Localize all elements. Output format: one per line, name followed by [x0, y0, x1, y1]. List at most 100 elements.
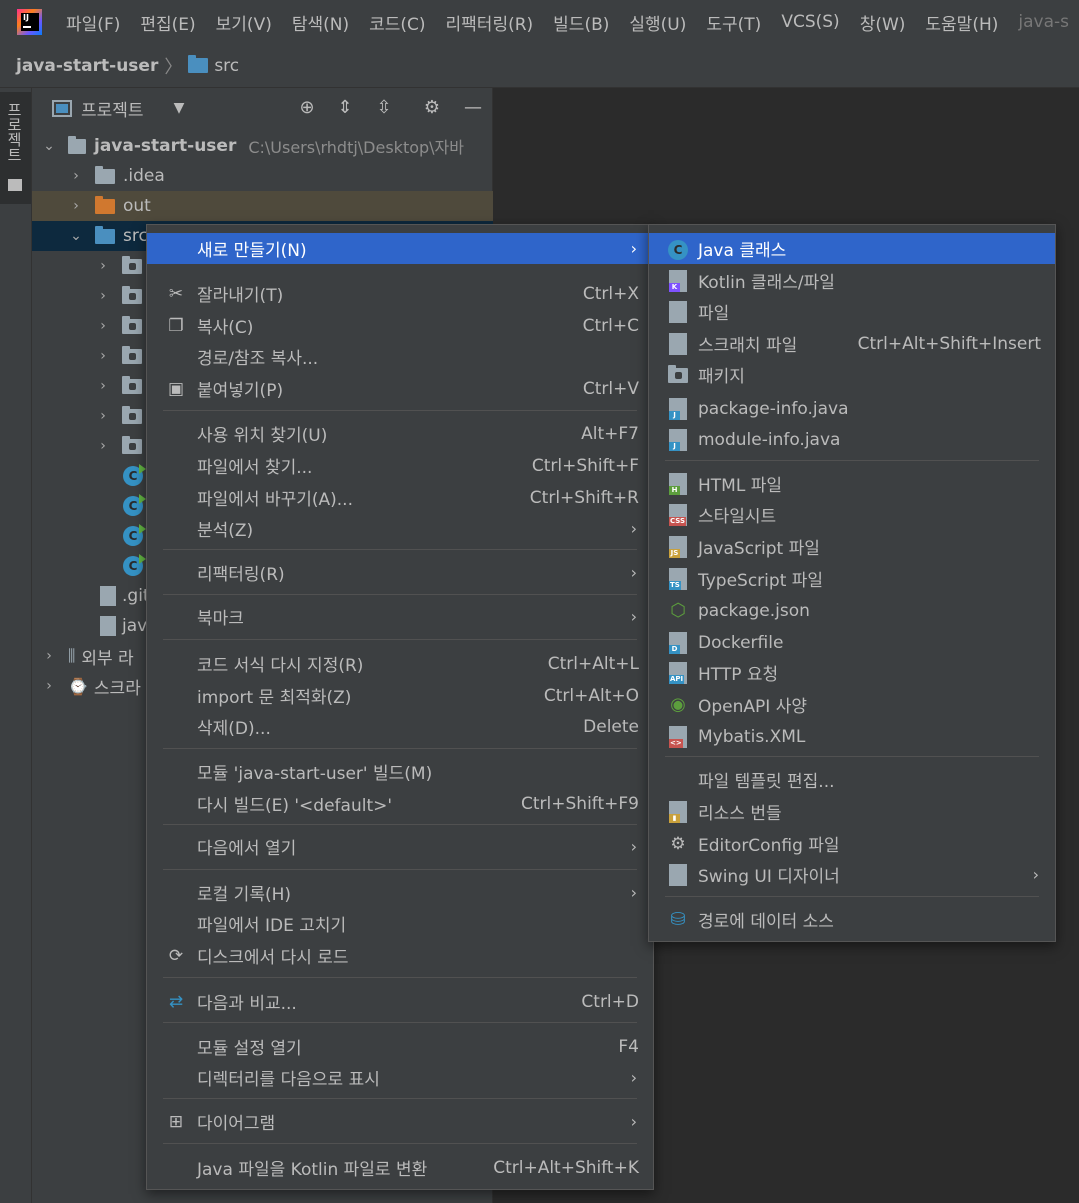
- breadcrumb-folder[interactable]: src: [214, 56, 239, 76]
- menu-item-label: EditorConfig 파일: [698, 836, 840, 856]
- menu-item-compare[interactable]: ⇄ 다음과 비교... Ctrl+D: [147, 986, 653, 1017]
- chevron-right-icon[interactable]: ›: [96, 288, 110, 304]
- submenu-item-stylesheet[interactable]: CSS 스타일시트: [649, 499, 1055, 530]
- chevron-right-icon[interactable]: ›: [96, 378, 110, 394]
- menu-edit[interactable]: 편집(E): [130, 10, 205, 35]
- tree-item-idea[interactable]: › .idea: [32, 161, 493, 191]
- menu-item-new[interactable]: 새로 만들기(N) ›: [147, 233, 653, 264]
- submenu-item-javascript[interactable]: JS JavaScript 파일: [649, 531, 1055, 562]
- submenu-item-package-info[interactable]: J package-info.java: [649, 393, 1055, 424]
- expand-all-icon[interactable]: ⇕: [334, 97, 356, 119]
- submenu-item-http[interactable]: API HTTP 요청: [649, 657, 1055, 688]
- menu-item-convert-kotlin[interactable]: Java 파일을 Kotlin 파일로 변환 Ctrl+Alt+Shift+K: [147, 1152, 653, 1183]
- menu-item-open-in[interactable]: 다음에서 열기 ›: [147, 831, 653, 862]
- menu-run[interactable]: 실행(U): [619, 10, 696, 35]
- submenu-item-resource-bundle[interactable]: ▮ 리소스 번들: [649, 796, 1055, 827]
- menu-item-replace-in-files[interactable]: 파일에서 바꾸기(A)... Ctrl+Shift+R: [147, 482, 653, 513]
- menu-item-paste[interactable]: ▣ 붙여넣기(P) Ctrl+V: [147, 373, 653, 404]
- submenu-item-typescript[interactable]: TS TypeScript 파일: [649, 563, 1055, 594]
- menu-item-local-history[interactable]: 로컬 기록(H) ›: [147, 877, 653, 908]
- menu-item-reformat[interactable]: 코드 서식 다시 지정(R) Ctrl+Alt+L: [147, 648, 653, 679]
- menu-file[interactable]: 파일(F): [56, 10, 130, 35]
- menu-item-diagram[interactable]: ⊞ 다이어그램 ›: [147, 1106, 653, 1137]
- chevron-right-icon[interactable]: ›: [69, 198, 83, 214]
- chevron-down-icon[interactable]: ⌄: [42, 138, 56, 154]
- menu-item-find-usages[interactable]: 사용 위치 찾기(U) Alt+F7: [147, 418, 653, 449]
- chevron-right-icon[interactable]: ›: [96, 408, 110, 424]
- submenu-item-package[interactable]: 패키지: [649, 359, 1055, 390]
- chevron-right-icon[interactable]: ›: [42, 648, 56, 664]
- chevron-right-icon[interactable]: ›: [96, 318, 110, 334]
- chevron-right-icon[interactable]: ›: [96, 438, 110, 454]
- folder-icon: [95, 195, 115, 214]
- submenu-item-edit-templates[interactable]: 파일 템플릿 편집...: [649, 764, 1055, 795]
- collapse-all-icon[interactable]: ⇳: [373, 97, 395, 119]
- compare-icon: ⇄: [168, 992, 184, 1012]
- submenu-item-scratch[interactable]: 스크래치 파일 Ctrl+Alt+Shift+Insert: [649, 328, 1055, 359]
- submenu-item-swing[interactable]: Swing UI 디자이너 ›: [649, 859, 1055, 890]
- project-panel-title[interactable]: 프로젝트: [81, 96, 144, 121]
- java-file-icon: J: [667, 398, 689, 420]
- submenu-item-dockerfile[interactable]: D Dockerfile: [649, 627, 1055, 658]
- menu-window[interactable]: 창(W): [850, 10, 916, 35]
- menu-navigate[interactable]: 탐색(N): [282, 10, 359, 35]
- submenu-item-editorconfig[interactable]: ⚙ EditorConfig 파일: [649, 828, 1055, 859]
- submenu-item-kotlin[interactable]: K Kotlin 클래스/파일: [649, 265, 1055, 296]
- menu-code[interactable]: 코드(C): [359, 10, 435, 35]
- submenu-item-module-info[interactable]: J module-info.java: [649, 424, 1055, 455]
- menu-item-build-module[interactable]: 모듈 'java-start-user' 빌드(M): [147, 756, 653, 787]
- docker-file-icon: D: [667, 632, 689, 654]
- submenu-item-openapi[interactable]: ◉ OpenAPI 사양: [649, 689, 1055, 720]
- menu-view[interactable]: 보기(V): [206, 10, 282, 35]
- breadcrumb-project[interactable]: java-start-user: [16, 56, 158, 76]
- tree-item-root[interactable]: ⌄ java-start-user C:\Users\rhdtj\Desktop…: [32, 131, 493, 161]
- menu-vcs[interactable]: VCS(S): [771, 12, 849, 32]
- submenu-item-datasource[interactable]: ⛁ 경로에 데이터 소스: [649, 904, 1055, 935]
- minimize-icon[interactable]: —: [462, 97, 484, 119]
- menu-item-label: 붙여넣기(P): [197, 381, 284, 401]
- tree-item-out[interactable]: › out: [32, 191, 493, 221]
- menu-item-repair-ide[interactable]: 파일에서 IDE 고치기: [147, 908, 653, 939]
- submenu-item-java-class[interactable]: C Java 클래스: [649, 233, 1055, 264]
- menu-build[interactable]: 빌드(B): [543, 10, 619, 35]
- ts-file-icon: TS: [667, 568, 689, 590]
- menu-item-cut[interactable]: ✂ 잘라내기(T) Ctrl+X: [147, 278, 653, 309]
- menu-item-copy-path[interactable]: 경로/참조 복사...: [147, 341, 653, 372]
- submenu-item-file[interactable]: 파일: [649, 296, 1055, 327]
- menu-item-refactor[interactable]: 리팩터링(R) ›: [147, 557, 653, 588]
- menu-item-label: 디스크에서 다시 로드: [197, 948, 349, 968]
- submenu-item-mybatis[interactable]: <> Mybatis.XML: [649, 721, 1055, 752]
- submenu-item-package-json[interactable]: ⬡ package.json: [649, 595, 1055, 626]
- menu-item-label: 패키지: [698, 367, 745, 387]
- menu-item-delete[interactable]: 삭제(D)... Delete: [147, 711, 653, 742]
- chevron-right-icon[interactable]: ›: [42, 678, 56, 694]
- chevron-right-icon: ›: [630, 883, 637, 902]
- chevron-down-icon[interactable]: ▼: [174, 100, 185, 116]
- chevron-right-icon: ›: [630, 607, 637, 626]
- menu-item-find-in-files[interactable]: 파일에서 찾기... Ctrl+Shift+F: [147, 450, 653, 481]
- menu-item-reload[interactable]: ⟳ 디스크에서 다시 로드: [147, 940, 653, 971]
- menu-refactor[interactable]: 리팩터링(R): [436, 10, 544, 35]
- java-class-icon: C: [123, 464, 146, 486]
- menu-item-mark-directory[interactable]: 디렉터리를 다음으로 표시 ›: [147, 1062, 653, 1093]
- gear-icon[interactable]: ⚙: [421, 97, 443, 119]
- chevron-down-icon[interactable]: ⌄: [69, 228, 83, 244]
- tree-item-label: 외부 라: [81, 648, 134, 669]
- chevron-right-icon[interactable]: ›: [96, 258, 110, 274]
- menu-item-label: 다음과 비교...: [197, 994, 297, 1014]
- menu-help[interactable]: 도움말(H): [915, 10, 1008, 35]
- submenu-item-html[interactable]: H HTML 파일: [649, 468, 1055, 499]
- java-file-icon: J: [667, 429, 689, 451]
- package-icon: [122, 285, 142, 304]
- menu-item-rebuild[interactable]: 다시 빌드(E) '<default>' Ctrl+Shift+F9: [147, 788, 653, 819]
- menu-item-optimize-imports[interactable]: import 문 최적화(Z) Ctrl+Alt+O: [147, 680, 653, 711]
- chevron-right-icon[interactable]: ›: [96, 348, 110, 364]
- menu-item-analyze[interactable]: 분석(Z) ›: [147, 513, 653, 544]
- locate-icon[interactable]: ⊕: [296, 97, 318, 119]
- menu-item-module-settings[interactable]: 모듈 설정 열기 F4: [147, 1031, 653, 1062]
- menu-item-copy[interactable]: ❐ 복사(C) Ctrl+C: [147, 310, 653, 341]
- project-tool-tab[interactable]: 프로젝트: [0, 92, 31, 204]
- menu-tools[interactable]: 도구(T): [696, 10, 771, 35]
- chevron-right-icon[interactable]: ›: [69, 168, 83, 184]
- menu-item-bookmarks[interactable]: 북마크 ›: [147, 601, 653, 632]
